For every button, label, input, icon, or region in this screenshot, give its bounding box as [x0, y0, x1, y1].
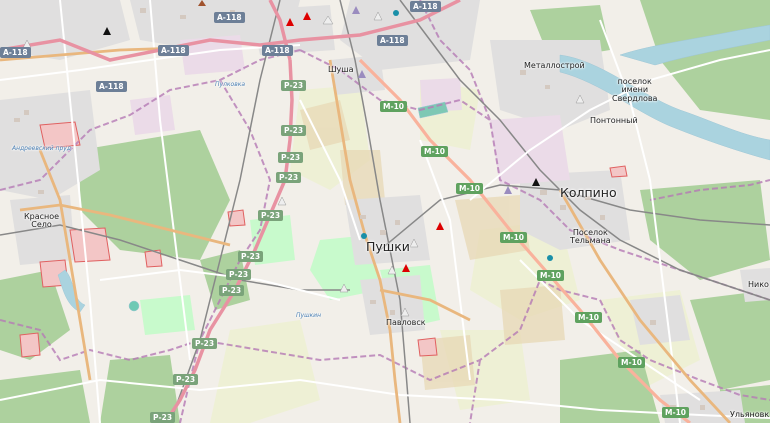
place-label-metallostroy: Металлострой: [524, 61, 585, 70]
water-label-pulkovka: Пулковка: [215, 81, 246, 88]
road-shield-m10: М-10: [380, 101, 408, 112]
place-label-krasnoe-selo: Красное Село: [24, 212, 60, 230]
map-view[interactable]: Шуша Металлострой поселок имени Свердлов…: [0, 0, 770, 423]
place-label-shushary: Шуша: [328, 65, 354, 74]
road-shield-a118: А-118: [0, 47, 31, 58]
road-shield-p23: Р-23: [258, 210, 284, 221]
road-shield-p23: Р-23: [192, 338, 218, 349]
road-shield-p23: Р-23: [226, 269, 252, 280]
road-shield-p23: Р-23: [278, 152, 304, 163]
road-shield-p23: Р-23: [219, 285, 245, 296]
road-shield-m10: М-10: [662, 407, 690, 418]
road-shield-m10: М-10: [618, 357, 646, 368]
road-shield-m10: М-10: [456, 183, 484, 194]
road-shield-p23: Р-23: [281, 125, 307, 136]
road-shield-p23: Р-23: [238, 251, 264, 262]
road-shield-a118: А-118: [158, 45, 189, 56]
map-canvas: [0, 0, 770, 423]
road-shield-a118: А-118: [96, 81, 127, 92]
place-label-telmana: Поселок Тельмана: [570, 228, 611, 246]
road-shield-m10: М-10: [537, 270, 565, 281]
road-shield-p23: Р-23: [150, 412, 176, 423]
road-shield-p23: Р-23: [276, 172, 302, 183]
place-label-niko: Нико: [748, 280, 769, 289]
poi-dot-icon: [393, 10, 399, 16]
road-shield-m10: М-10: [575, 312, 603, 323]
road-shield-a118: А-118: [410, 1, 441, 12]
place-label-kolpino: Колпино: [560, 185, 617, 200]
place-label-pontonny: Понтонный: [590, 116, 638, 125]
place-label-pavlovsk: Павловск: [386, 318, 426, 327]
water-label-slavyanka: Пушкин: [296, 312, 321, 319]
water-label-pond: Андреевский пруд: [12, 145, 71, 152]
road-shield-a118: А-118: [377, 35, 408, 46]
poi-dot-icon: [547, 255, 553, 261]
road-shield-m10: М-10: [500, 232, 528, 243]
place-label-pushkin: Пушки: [366, 239, 410, 254]
place-label-sverdlova: поселок имени Свердлова: [612, 77, 658, 103]
place-label-ulyanovka: Ульяновк: [730, 410, 770, 419]
road-shield-a118: А-118: [214, 12, 245, 23]
road-shield-p23: Р-23: [173, 374, 199, 385]
road-shield-a118: А-118: [262, 45, 293, 56]
road-shield-m10: М-10: [421, 146, 449, 157]
road-shield-p23: Р-23: [281, 80, 307, 91]
